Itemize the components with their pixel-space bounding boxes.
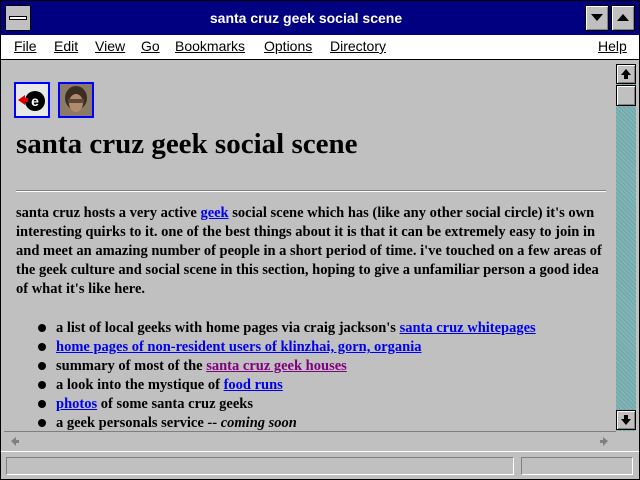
intro-paragraph: santa cruz hosts a very active geek soci… <box>16 205 602 297</box>
menu-help[interactable]: Help <box>598 38 627 54</box>
scrollbar-corner <box>616 431 636 451</box>
menu-go[interactable]: Go <box>141 38 160 54</box>
non-resident-homepages-link[interactable]: home pages of non-resident users of klin… <box>56 339 421 355</box>
whitepages-link[interactable]: santa cruz whitepages <box>400 320 536 336</box>
maximize-arrow-icon <box>617 14 629 21</box>
menu-edit[interactable]: Edit <box>54 38 78 54</box>
arrow-left-icon <box>11 437 19 446</box>
scroll-up-button[interactable] <box>616 64 636 84</box>
menu-file[interactable]: File <box>14 38 37 54</box>
list-item: photos of some santa cruz geeks <box>16 395 608 414</box>
maximize-button[interactable] <box>611 5 635 31</box>
bullet-icon <box>38 362 46 370</box>
browser-window: santa cruz geek social scene File Edit V… <box>0 0 640 480</box>
arrow-up-icon <box>621 69 631 79</box>
geek-houses-link[interactable]: santa cruz geek houses <box>206 358 347 374</box>
menu-bookmarks[interactable]: Bookmarks <box>175 38 245 54</box>
status-bar <box>1 451 639 479</box>
topic-list: a list of local geeks with home pages vi… <box>16 319 608 431</box>
window-title: santa cruz geek social scene <box>209 10 403 26</box>
list-item: a look into the mystique of food runs <box>16 376 608 395</box>
arrow-right-icon <box>600 437 608 446</box>
list-item: a list of local geeks with home pages vi… <box>16 319 608 338</box>
horizontal-scrollbar[interactable] <box>4 431 616 451</box>
menu-view[interactable]: View <box>95 38 125 54</box>
menu-directory[interactable]: Directory <box>330 38 386 54</box>
food-runs-link[interactable]: food runs <box>224 377 283 393</box>
list-item: a geek personals service -- coming soon <box>16 414 608 431</box>
page-content: e santa cruz geek social scene santa cru… <box>4 64 616 431</box>
list-item: home pages of non-resident users of klin… <box>16 338 608 357</box>
menu-options[interactable]: Options <box>264 38 312 54</box>
bullet-icon <box>38 381 46 389</box>
menu-bar: File Edit View Go Bookmarks Options Dire… <box>1 35 639 60</box>
arrow-down-icon <box>621 415 631 425</box>
page-title: santa cruz geek social scene <box>16 128 358 160</box>
bullet-icon <box>38 343 46 351</box>
geek-link[interactable]: geek <box>200 205 228 221</box>
system-menu-button[interactable] <box>5 5 31 31</box>
progress-indicator <box>521 457 633 475</box>
minimize-arrow-icon <box>591 14 603 21</box>
horizontal-rule <box>16 190 606 192</box>
title-bar: santa cruz geek social scene <box>1 1 639 35</box>
bullet-icon <box>38 419 46 427</box>
vertical-scrollbar[interactable] <box>616 64 636 431</box>
author-photo-icon[interactable] <box>58 82 94 118</box>
back-link-icon[interactable]: e <box>14 82 50 118</box>
scroll-right-button[interactable] <box>595 433 613 450</box>
minimize-button[interactable] <box>585 5 609 31</box>
photos-link[interactable]: photos <box>56 396 97 412</box>
status-message-field <box>6 457 514 475</box>
scroll-left-button[interactable] <box>6 433 24 450</box>
scroll-thumb[interactable] <box>616 85 636 106</box>
bullet-icon <box>38 400 46 408</box>
list-item: summary of most of the santa cruz geek h… <box>16 357 608 376</box>
bullet-icon <box>38 324 46 332</box>
scroll-down-button[interactable] <box>616 410 636 430</box>
svg-text:e: e <box>31 93 39 109</box>
